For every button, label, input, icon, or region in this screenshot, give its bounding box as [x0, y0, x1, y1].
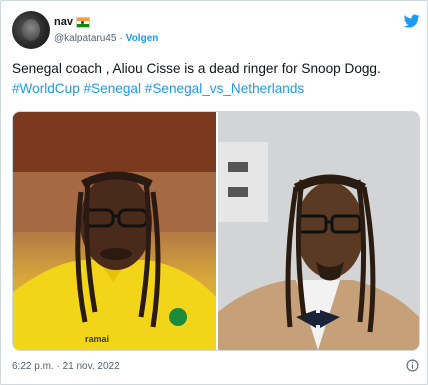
follow-button[interactable]: Volgen	[126, 33, 159, 44]
hashtag-worldcup[interactable]: #WorldCup	[12, 81, 80, 96]
photo-left[interactable]: ramai	[13, 112, 216, 350]
author-handle[interactable]: @kalpataru45	[54, 33, 116, 44]
hashtag-senegal[interactable]: #Senegal	[84, 81, 141, 96]
avatar[interactable]	[12, 11, 50, 49]
separator-dot: ·	[119, 33, 123, 44]
tweet-text: Senegal coach , Aliou Cisse is a dead ri…	[12, 59, 412, 99]
india-flag-icon	[75, 16, 90, 28]
photo-right[interactable]	[218, 112, 419, 350]
handle-row: @kalpataru45 · Volgen	[54, 33, 158, 44]
author-name-row[interactable]: nav	[54, 14, 90, 30]
hashtag-senegal-vs-netherlands[interactable]: #Senegal_vs_Netherlands	[145, 81, 304, 96]
tweet-card: nav @kalpataru45 · Volgen Senegal coach …	[0, 0, 428, 385]
info-icon[interactable]	[406, 359, 419, 372]
media-grid: ramai	[12, 111, 420, 351]
twitter-bird-icon[interactable]	[403, 13, 421, 29]
display-name[interactable]: nav	[54, 16, 73, 28]
jersey-sponsor-text: ramai	[85, 334, 109, 344]
coach-portrait: ramai	[13, 112, 216, 350]
tweet-timestamp[interactable]: 6:22 p.m. · 21 nov. 2022	[12, 361, 120, 372]
rapper-portrait	[218, 112, 419, 350]
tweet-body: Senegal coach , Aliou Cisse is a dead ri…	[12, 61, 381, 76]
